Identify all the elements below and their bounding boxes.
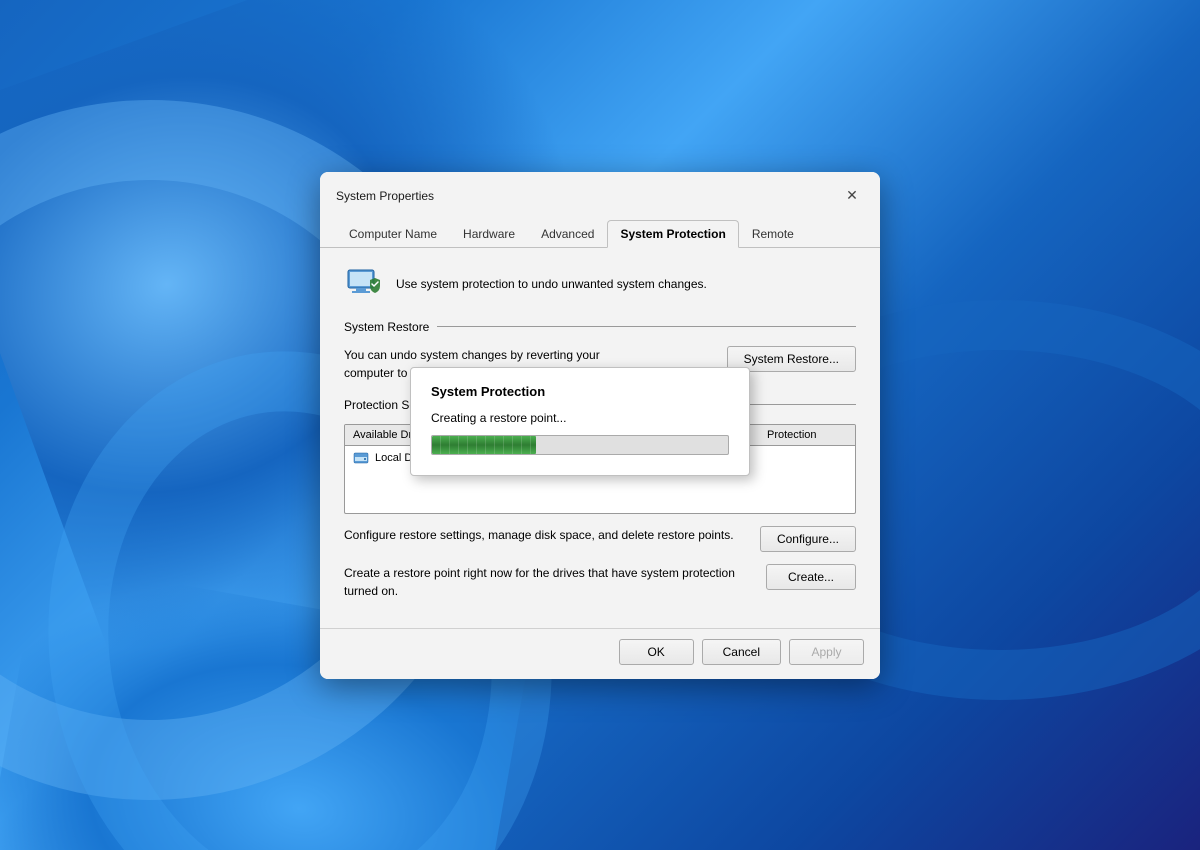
system-restore-label: System Restore xyxy=(344,320,429,334)
ok-button[interactable]: OK xyxy=(619,639,694,665)
tab-computer-name[interactable]: Computer Name xyxy=(336,220,450,247)
cancel-button[interactable]: Cancel xyxy=(702,639,781,665)
tab-system-protection[interactable]: System Protection xyxy=(607,220,738,248)
col-protection: Protection xyxy=(767,429,847,441)
description-row: Use system protection to undo unwanted s… xyxy=(344,264,856,304)
create-row: Create a restore point right now for the… xyxy=(344,564,856,600)
progress-bar-container xyxy=(431,435,729,455)
popup-status: Creating a restore point... xyxy=(431,411,729,425)
tab-bar: Computer Name Hardware Advanced System P… xyxy=(320,212,880,248)
tab-advanced[interactable]: Advanced xyxy=(528,220,607,247)
section-divider xyxy=(437,326,856,327)
progress-bar-fill xyxy=(432,436,536,454)
system-properties-dialog: System Properties ✕ Computer Name Hardwa… xyxy=(320,172,880,679)
tab-hardware[interactable]: Hardware xyxy=(450,220,528,247)
system-restore-section: System Restore xyxy=(344,320,856,334)
configure-button[interactable]: Configure... xyxy=(760,526,856,552)
dialog-backdrop: System Properties ✕ Computer Name Hardwa… xyxy=(0,0,1200,850)
system-protection-popup: System Protection Creating a restore poi… xyxy=(410,367,750,476)
dialog-titlebar: System Properties ✕ xyxy=(320,172,880,208)
apply-button[interactable]: Apply xyxy=(789,639,864,665)
tab-remote[interactable]: Remote xyxy=(739,220,807,247)
dialog-footer: OK Cancel Apply xyxy=(320,628,880,679)
popup-title: System Protection xyxy=(431,384,729,399)
drive-icon xyxy=(353,450,369,466)
create-button[interactable]: Create... xyxy=(766,564,856,590)
close-button[interactable]: ✕ xyxy=(840,184,864,208)
description-text: Use system protection to undo unwanted s… xyxy=(396,277,707,291)
configure-text: Configure restore settings, manage disk … xyxy=(344,526,748,544)
system-protection-icon xyxy=(344,264,384,304)
dialog-title: System Properties xyxy=(336,189,434,203)
create-text: Create a restore point right now for the… xyxy=(344,564,754,600)
configure-row: Configure restore settings, manage disk … xyxy=(344,526,856,552)
